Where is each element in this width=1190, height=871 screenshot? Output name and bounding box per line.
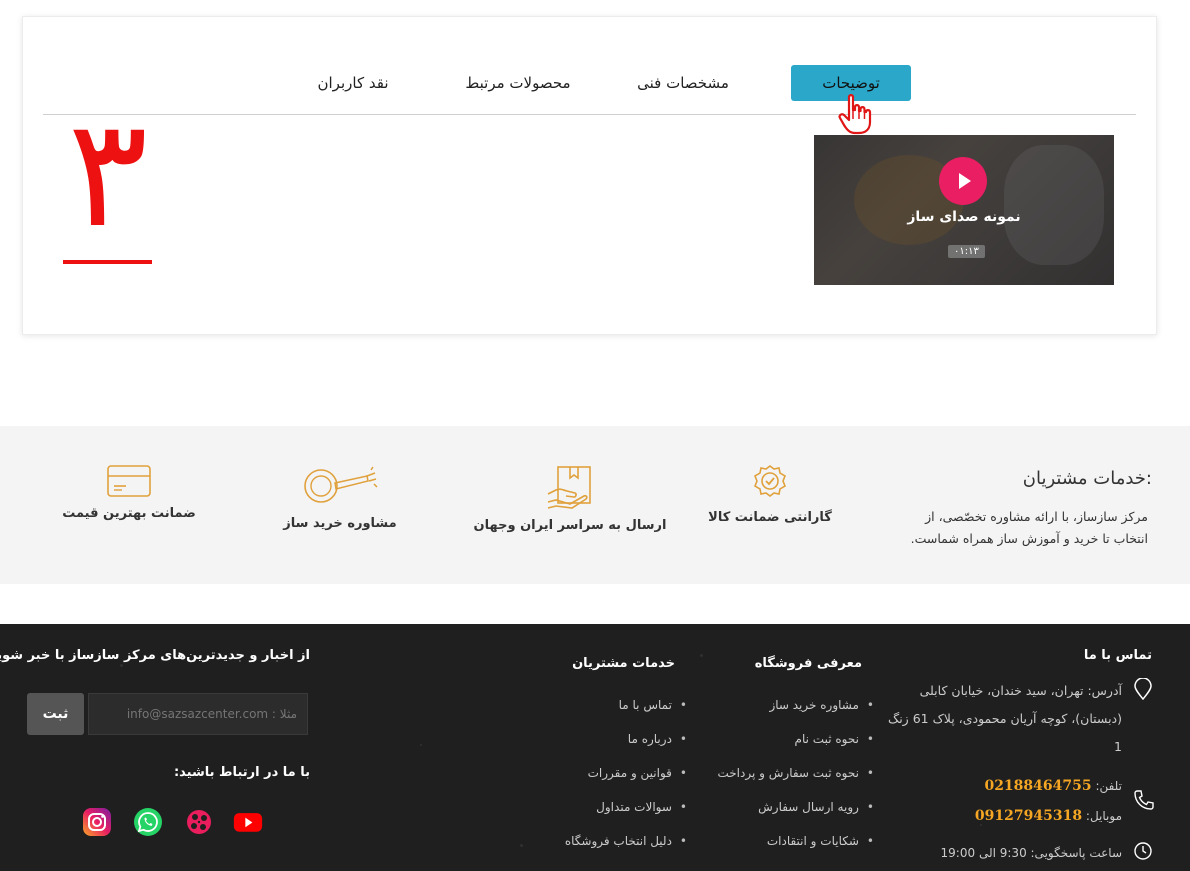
contact-address: آدرس: تهران، سید خندان، خیابان کابلی (دب… bbox=[888, 683, 1122, 754]
footer-texture bbox=[700, 654, 703, 657]
newsletter-email-input[interactable] bbox=[88, 693, 308, 735]
tab-related-products[interactable]: محصولات مرتبط bbox=[443, 65, 593, 101]
instrument-icon bbox=[304, 466, 378, 503]
credit-card-icon bbox=[107, 465, 151, 497]
phone-icon bbox=[1134, 790, 1154, 810]
service-consulting-label: مشاوره خرید ساز bbox=[283, 516, 397, 531]
video-duration: ۰۱:۱۳ bbox=[948, 245, 985, 258]
intro-heading: معرفی فروشگاه bbox=[754, 656, 862, 671]
social-heading: با ما در ارتباط باشید: bbox=[173, 765, 310, 780]
package-hand-icon bbox=[547, 466, 591, 509]
contact-mobile-label: موبایل: bbox=[1085, 809, 1122, 823]
intro-link[interactable]: مشاوره خرید ساز bbox=[717, 688, 874, 722]
service-best-price-label: ضمانت بهترین قیمت bbox=[62, 506, 196, 521]
contact-hours: ساعت پاسخگویی: 9:30 الی 19:00 bbox=[940, 846, 1122, 860]
contact-phone-label: تلفن: bbox=[1095, 779, 1122, 793]
service-consulting: مشاوره خرید ساز bbox=[280, 464, 400, 531]
intro-link[interactable]: نحوه ثبت سفارش و پرداخت bbox=[717, 756, 874, 790]
contact-mobile-number[interactable]: 09127945318 bbox=[975, 808, 1082, 824]
newsletter-submit-button[interactable]: ثبت bbox=[27, 693, 84, 735]
service-warranty: گارانتی ضمانت کالا bbox=[700, 464, 840, 525]
contact-mobile: موبایل: 09127945318 bbox=[975, 808, 1122, 824]
sound-sample-video[interactable]: نمونه صدای ساز ۰۱:۱۳ bbox=[814, 135, 1114, 285]
product-tabs-card: توضیحات مشخصات فنی محصولات مرتبط نقد کار… bbox=[22, 16, 1157, 335]
intro-link[interactable]: رویه ارسال سفارش bbox=[717, 790, 874, 824]
contact-heading: تماس با ما bbox=[1083, 648, 1152, 663]
aparat-icon[interactable] bbox=[184, 807, 214, 837]
newsletter-heading: از اخبار و جدیدترین‌های مرکز سازساز با خ… bbox=[0, 648, 310, 663]
service-best-price: ضمانت بهترین قیمت bbox=[58, 464, 200, 521]
clock-icon bbox=[1134, 842, 1152, 860]
tab-specifications[interactable]: مشخصات فنی bbox=[623, 65, 743, 101]
customer-services-band: خدمات مشتریان: مرکز سازساز، با ارائه مشا… bbox=[0, 426, 1190, 584]
service-shipping: ارسال به سراسر ایران وجهان bbox=[470, 464, 670, 533]
intro-link[interactable]: شکایات و انتقادات bbox=[717, 824, 874, 858]
badge-check-icon bbox=[754, 465, 786, 497]
contact-phone-number[interactable]: 02188464755 bbox=[984, 778, 1091, 794]
site-footer: تماس با ما آدرس: تهران، سید خندان، خیابا… bbox=[0, 624, 1190, 871]
services-link[interactable]: تماس با ما bbox=[565, 688, 687, 722]
video-title: نمونه صدای ساز bbox=[907, 209, 1021, 225]
annotation-number: ۳ bbox=[67, 87, 149, 261]
tabs-divider bbox=[43, 114, 1136, 115]
footer-texture bbox=[980, 824, 982, 826]
services-link[interactable]: قوانین و مقررات bbox=[565, 756, 687, 790]
service-warranty-label: گارانتی ضمانت کالا bbox=[708, 510, 832, 525]
youtube-icon[interactable] bbox=[233, 807, 263, 837]
intro-link[interactable]: نحوه ثبت نام bbox=[717, 722, 874, 756]
service-shipping-label: ارسال به سراسر ایران وجهان bbox=[473, 518, 667, 533]
play-icon[interactable] bbox=[939, 157, 987, 205]
location-pin-icon bbox=[1134, 678, 1152, 700]
tab-user-reviews[interactable]: نقد کاربران bbox=[303, 65, 403, 101]
customer-services-heading: خدمات مشتریان bbox=[572, 656, 675, 671]
whatsapp-icon[interactable] bbox=[133, 807, 163, 837]
services-description: مرکز سازساز، با ارائه مشاوره تخصّصی، از … bbox=[910, 509, 1148, 546]
hand-pointer-icon bbox=[838, 94, 872, 135]
services-link[interactable]: درباره ما bbox=[565, 722, 687, 756]
footer-texture bbox=[420, 744, 422, 746]
services-link[interactable]: سوالات متداول bbox=[565, 790, 687, 824]
annotation-underline bbox=[63, 260, 152, 264]
footer-texture bbox=[120, 664, 123, 667]
contact-phone: تلفن: 02188464755 bbox=[984, 778, 1122, 794]
footer-texture bbox=[520, 844, 523, 847]
services-link[interactable]: دلیل انتخاب فروشگاه bbox=[565, 824, 687, 858]
instagram-icon[interactable] bbox=[82, 807, 112, 837]
customer-services-links: تماس با ما درباره ما قوانین و مقررات سوا… bbox=[565, 688, 687, 858]
intro-links: مشاوره خرید ساز نحوه ثبت نام نحوه ثبت سف… bbox=[717, 688, 874, 858]
services-title: خدمات مشتریان: bbox=[1022, 468, 1152, 489]
